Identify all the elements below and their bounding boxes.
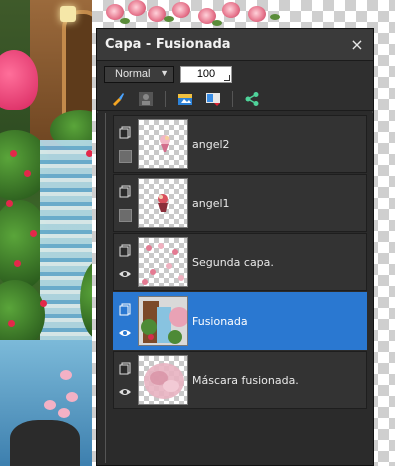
layer-icon <box>118 243 132 257</box>
link-icon[interactable] <box>243 90 261 108</box>
layer-row-angel2[interactable]: angel2 <box>113 115 367 173</box>
layer-list: angel2 angel1 Segunda capa. Fusionada Má… <box>97 113 373 465</box>
visibility-toggle[interactable] <box>118 149 132 163</box>
roses-border <box>100 0 300 28</box>
blend-mode-select[interactable]: Normal ▼ <box>104 65 174 83</box>
layer-row-fusionada[interactable]: Fusionada <box>113 292 367 350</box>
layer-name: angel2 <box>192 137 230 151</box>
layer-thumbnail <box>138 119 188 169</box>
layer-name: Segunda capa. <box>192 255 274 269</box>
layer-thumbnail <box>138 296 188 346</box>
layer-list-scrollbar[interactable] <box>365 113 371 465</box>
layer-icon <box>118 302 132 316</box>
blend-mode-value: Normal <box>115 68 151 80</box>
layer-row-segunda-capa[interactable]: Segunda capa. <box>113 233 367 291</box>
layer-controls: Normal ▼ 100 <box>97 61 373 87</box>
panel-title: Capa - Fusionada <box>105 37 231 52</box>
layer-thumbnail <box>138 237 188 287</box>
layer-thumbnail <box>138 178 188 228</box>
layer-row-mascara-fusionada[interactable]: Máscara fusionada. <box>113 351 367 409</box>
layer-row-angel1[interactable]: angel1 <box>113 174 367 232</box>
dropdown-arrow-icon: ▼ <box>160 67 169 78</box>
layer-name: Fusionada <box>192 314 248 328</box>
layer-icon <box>118 184 132 198</box>
eye-icon[interactable] <box>118 385 132 399</box>
layer-thumbnail <box>138 355 188 405</box>
opacity-slider-grip-icon[interactable] <box>224 74 230 81</box>
group-rail <box>105 113 106 463</box>
opacity-input[interactable]: 100 <box>180 65 232 83</box>
toolbar-separator <box>232 90 233 107</box>
adjustment-icon[interactable] <box>204 90 222 108</box>
visibility-toggle[interactable] <box>118 208 132 222</box>
layer-effects-icon[interactable] <box>176 90 194 108</box>
paint-brush-icon[interactable] <box>109 90 127 108</box>
layer-toolbar <box>97 87 373 111</box>
close-icon[interactable]: × <box>349 35 365 54</box>
toolbar-separator <box>165 90 166 107</box>
layer-icon <box>118 125 132 139</box>
opacity-value: 100 <box>196 68 216 80</box>
layer-name: angel1 <box>192 196 230 210</box>
eye-icon[interactable] <box>118 267 132 281</box>
layer-name: Máscara fusionada. <box>192 373 299 387</box>
layer-icon <box>118 361 132 375</box>
mask-icon[interactable] <box>137 90 155 108</box>
layers-panel: Capa - Fusionada × Normal ▼ 100 angel2 a… <box>96 28 374 466</box>
panel-titlebar[interactable]: Capa - Fusionada × <box>97 29 373 61</box>
eye-icon[interactable] <box>118 326 132 340</box>
